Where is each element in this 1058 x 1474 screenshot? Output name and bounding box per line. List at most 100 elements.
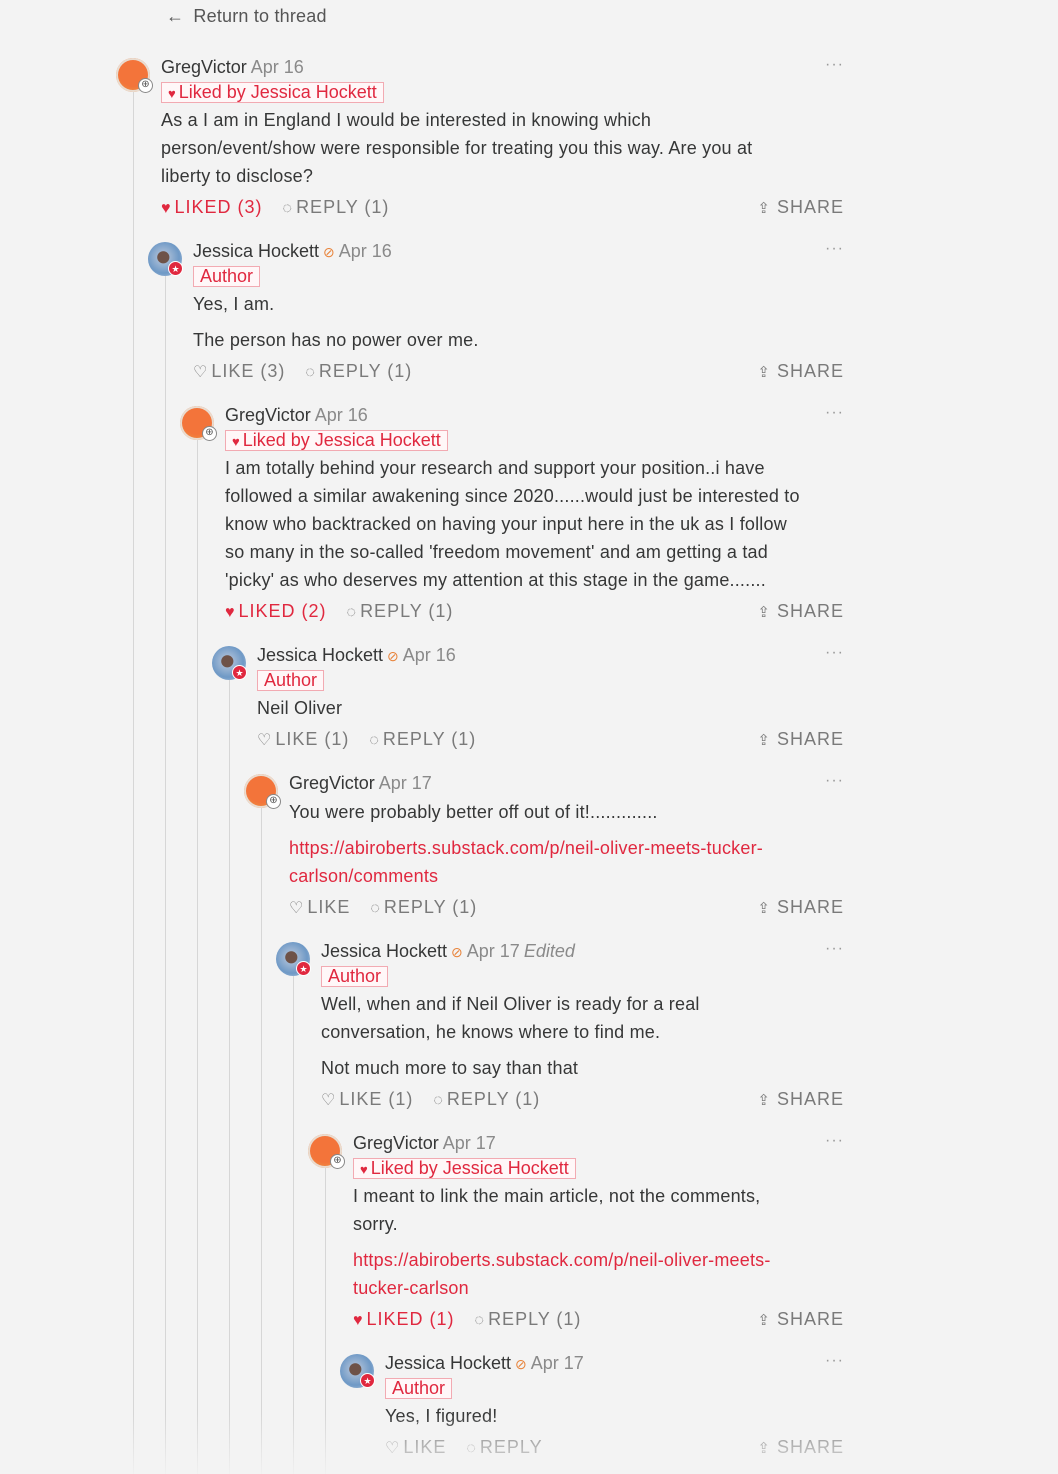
comment-text-line: I am totally behind your research and su… bbox=[225, 458, 765, 478]
comment-header: GregVictor Apr 16 bbox=[161, 57, 304, 78]
return-to-thread-label: Return to thread bbox=[193, 6, 327, 26]
comment: ★ Jessica Hockett ⊘ Apr 17 ··· Author Yes,… bbox=[340, 1352, 844, 1462]
comment-date[interactable]: Apr 17 bbox=[379, 773, 432, 793]
comment-date[interactable]: Apr 16 bbox=[315, 405, 368, 425]
more-dots-icon[interactable]: ··· bbox=[825, 940, 844, 958]
share-button[interactable]: ⇪ SHARE bbox=[757, 601, 844, 622]
edited-label: Edited bbox=[523, 941, 575, 961]
comment-link[interactable]: https://abiroberts.substack.com/p/neil-o… bbox=[353, 1246, 771, 1274]
like-button[interactable]: ♡ LIKE (1) bbox=[321, 1089, 413, 1109]
author-name[interactable]: Jessica Hockett bbox=[193, 241, 319, 261]
more-dots-icon[interactable]: ··· bbox=[825, 1352, 844, 1370]
more-dots-icon[interactable]: ··· bbox=[825, 644, 844, 662]
more-dots-icon[interactable]: ··· bbox=[825, 240, 844, 258]
comment-text-line: Well, when and if Neil Oliver is ready f… bbox=[321, 994, 700, 1014]
reply-bubble-icon: ◌ bbox=[466, 1440, 476, 1457]
comment-date[interactable]: Apr 17 bbox=[531, 1353, 584, 1373]
more-dots-icon[interactable]: ··· bbox=[825, 1132, 844, 1150]
comment-link[interactable]: tucker-carlson bbox=[353, 1274, 469, 1302]
share-upload-icon: ⇪ bbox=[757, 200, 771, 217]
reply-button[interactable]: ◌ REPLY (1) bbox=[369, 729, 476, 749]
comment-date[interactable]: Apr 16 bbox=[251, 57, 304, 77]
reply-button[interactable]: ◌ REPLY (1) bbox=[283, 197, 390, 217]
like-button[interactable]: ♡ LIKE (3) bbox=[193, 361, 285, 381]
return-to-thread-link[interactable]: ← Return to thread bbox=[166, 6, 327, 27]
more-dots-icon[interactable]: ··· bbox=[825, 772, 844, 790]
like-button[interactable]: ♡ LIKE bbox=[385, 1437, 446, 1457]
author-name[interactable]: GregVictor bbox=[161, 57, 247, 77]
author-star-badge-icon: ★ bbox=[232, 665, 247, 680]
like-button[interactable]: ♡ LIKE bbox=[289, 897, 350, 917]
like-button[interactable]: ♥ LIKED (1) bbox=[353, 1309, 455, 1329]
reply-button[interactable]: ◌ REPLY (1) bbox=[433, 1089, 540, 1109]
author-name[interactable]: Jessica Hockett bbox=[385, 1353, 511, 1373]
like-button[interactable]: ♥ LIKED (3) bbox=[161, 197, 263, 217]
reply-bubble-icon: ◌ bbox=[346, 604, 357, 621]
thread-line bbox=[133, 92, 134, 1474]
share-button[interactable]: ⇪ SHARE bbox=[757, 1437, 844, 1458]
comment-link[interactable]: carlson/comments bbox=[289, 862, 438, 890]
share-label: SHARE bbox=[776, 1089, 844, 1109]
comment-date[interactable]: Apr 16 bbox=[339, 241, 392, 261]
comment-actions: ♡ LIKE (1) ◌ REPLY (1) bbox=[257, 729, 490, 750]
reply-button[interactable]: ◌ REPLY (1) bbox=[305, 361, 412, 381]
share-button[interactable]: ⇪ SHARE bbox=[757, 1089, 844, 1110]
comment-date[interactable]: Apr 17 bbox=[467, 941, 520, 961]
verified-check-icon: ⊘ bbox=[387, 648, 399, 664]
reply-button[interactable]: ◌ REPLY (1) bbox=[347, 601, 454, 621]
verified-check-icon: ⊘ bbox=[515, 1356, 527, 1372]
more-dots-icon[interactable]: ··· bbox=[825, 404, 844, 422]
tag-label: Liked by Jessica Hockett bbox=[242, 430, 441, 450]
comment-actions: ♥ LIKED (3) ◌ REPLY (1) bbox=[161, 197, 403, 218]
comment-text-line: I meant to link the main article, not th… bbox=[353, 1186, 761, 1206]
author-name[interactable]: Jessica Hockett bbox=[257, 645, 383, 665]
comment-actions: ♡ LIKE (1) ◌ REPLY (1) bbox=[321, 1089, 554, 1110]
comment-date[interactable]: Apr 17 bbox=[443, 1133, 496, 1153]
comment-text-line: know who backtracked on having your inpu… bbox=[225, 514, 787, 534]
comment-text-line: Not much more to say than that bbox=[321, 1058, 579, 1078]
share-button[interactable]: ⇪ SHARE bbox=[757, 197, 844, 218]
author-name[interactable]: GregVictor bbox=[289, 773, 375, 793]
like-button[interactable]: ♡ LIKE (1) bbox=[257, 729, 349, 749]
share-upload-icon: ⇪ bbox=[757, 900, 771, 917]
comment-text-line: conversation, he knows where to find me. bbox=[321, 1022, 661, 1042]
comment-link[interactable]: https://abiroberts.substack.com/p/neil-o… bbox=[289, 834, 763, 862]
like-button[interactable]: ♥ LIKED (2) bbox=[225, 601, 327, 621]
share-button[interactable]: ⇪ SHARE bbox=[757, 1309, 844, 1330]
comment-text-line: followed a similar awakening since 2020.… bbox=[225, 486, 800, 506]
thread-line bbox=[229, 680, 230, 1474]
comment-actions: ♥ LIKED (2) ◌ REPLY (1) bbox=[225, 601, 467, 622]
comment-date[interactable]: Apr 16 bbox=[403, 645, 456, 665]
author-name[interactable]: Jessica Hockett bbox=[321, 941, 447, 961]
comment-actions: ♡ LIKE (3) ◌ REPLY (1) bbox=[193, 361, 426, 382]
more-dots-icon[interactable]: ··· bbox=[825, 56, 844, 74]
liked-by-author-tag: ♥ Liked by Jessica Hockett bbox=[353, 1158, 576, 1179]
share-button[interactable]: ⇪ SHARE bbox=[757, 361, 844, 382]
reply-button[interactable]: ◌ REPLY bbox=[466, 1437, 542, 1457]
comment-text-line: Yes, I am. bbox=[193, 294, 275, 314]
comment-text-line: 'picky' as who deserves my attention at … bbox=[225, 570, 766, 590]
tag-label: Liked by Jessica Hockett bbox=[370, 1158, 569, 1178]
like-label: LIKE bbox=[307, 897, 351, 917]
comment-header: Jessica Hockett ⊘ Apr 17 bbox=[385, 1353, 584, 1374]
comment-text-line: so many in the so-called 'freedom moveme… bbox=[225, 542, 768, 562]
share-button[interactable]: ⇪ SHARE bbox=[757, 729, 844, 750]
share-upload-icon: ⇪ bbox=[757, 1312, 771, 1329]
heart-outline-icon: ♡ bbox=[385, 1440, 400, 1457]
comment-text-line: person/event/show were responsible for t… bbox=[161, 138, 753, 158]
author-name[interactable]: GregVictor bbox=[225, 405, 311, 425]
like-label: LIKED (2) bbox=[238, 601, 327, 621]
comment: ⊕ GregVictor Apr 16 ··· ♥ Liked by Jessica… bbox=[116, 56, 844, 226]
author-tag: Author bbox=[321, 966, 389, 987]
reply-button[interactable]: ◌ REPLY (1) bbox=[370, 897, 477, 917]
comment: ⊕ GregVictor Apr 16 ··· ♥ Liked by Jessica… bbox=[180, 404, 844, 634]
comment-text-line: You were probably better off out of it!.… bbox=[289, 802, 658, 822]
share-label: SHARE bbox=[776, 897, 844, 917]
author-name[interactable]: GregVictor bbox=[353, 1133, 439, 1153]
comment: ★ Jessica Hockett ⊘ Apr 16 ··· Author Neil… bbox=[212, 644, 844, 754]
thread-line bbox=[165, 276, 166, 1474]
like-label: LIKE (1) bbox=[275, 729, 350, 749]
share-button[interactable]: ⇪ SHARE bbox=[757, 897, 844, 918]
back-arrow-icon: ← bbox=[166, 6, 185, 26]
reply-button[interactable]: ◌ REPLY (1) bbox=[475, 1309, 582, 1329]
